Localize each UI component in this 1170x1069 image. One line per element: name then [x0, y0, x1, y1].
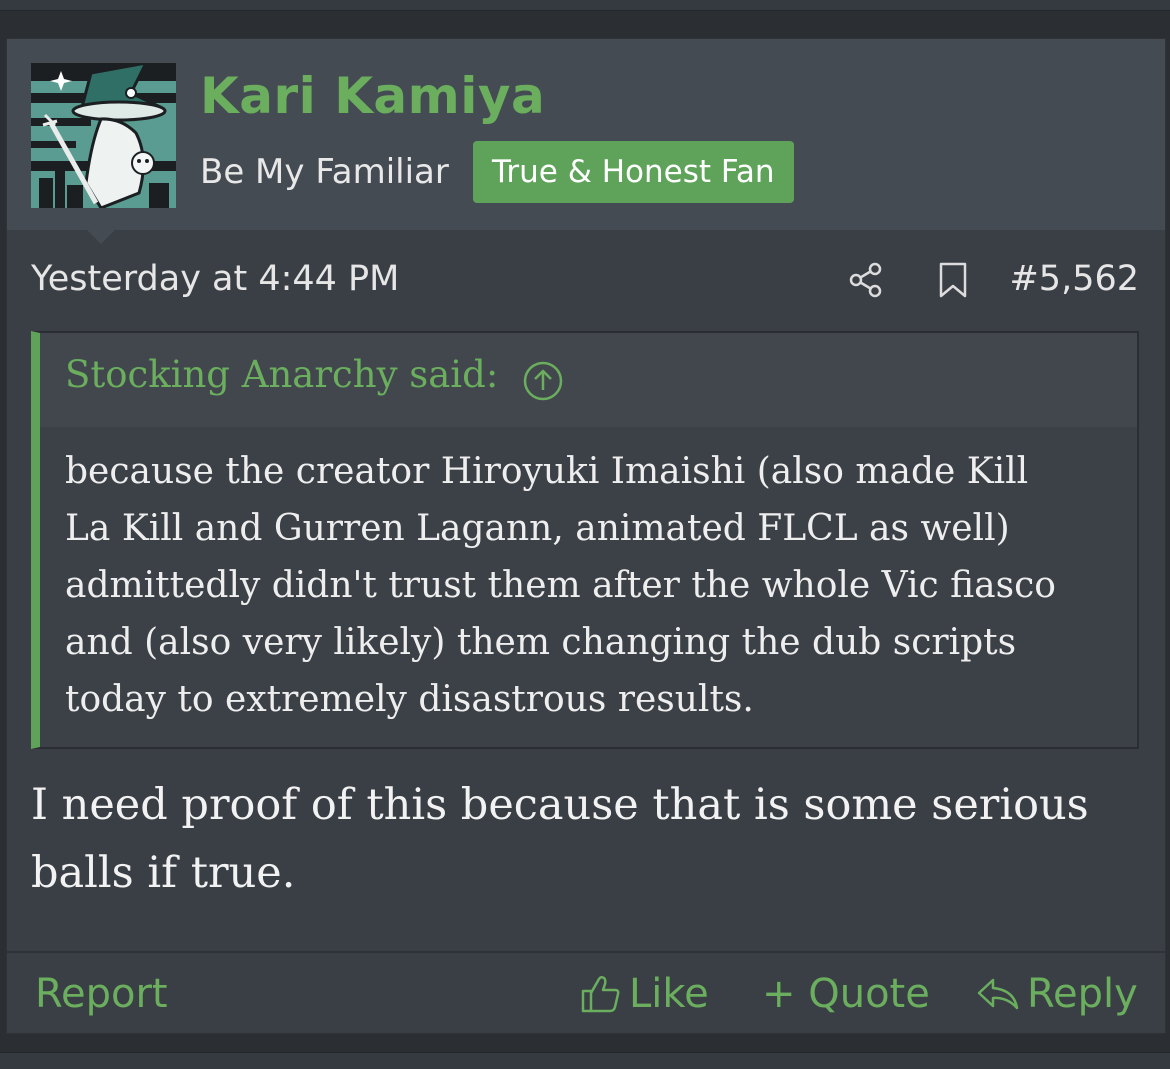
report-label: Report [35, 971, 168, 1017]
message-line: balls if true. [31, 848, 296, 898]
quote-attribution[interactable]: Stocking Anarchy said: [65, 353, 498, 396]
quote-button[interactable]: + Quote [762, 971, 930, 1017]
thumbs-up-icon [581, 975, 620, 1013]
witch-avatar-icon [31, 63, 176, 208]
post-date[interactable]: Yesterday at 4:44 PM [31, 259, 399, 299]
next-post-edge [0, 1052, 1170, 1069]
message-line: I need proof of this because that is som… [31, 780, 1089, 830]
like-button[interactable]: Like [579, 971, 709, 1017]
previous-post-edge [0, 0, 1170, 11]
quote-line: because the creator Hiroyuki Imaishi (al… [65, 451, 1029, 492]
post-message: I need proof of this because that is som… [31, 771, 1131, 907]
reply-arrow-icon [977, 978, 1019, 1010]
quote-line: and (also very likely) them changing the… [65, 622, 1017, 663]
quote-line: today to extremely disastrous results. [65, 679, 754, 720]
report-button[interactable]: Report [35, 971, 168, 1017]
quote-line: admittedly didn't trust them after the w… [65, 565, 1056, 606]
quote-block: Stocking Anarchy said: because the creat… [31, 331, 1139, 749]
share-icon[interactable] [847, 261, 885, 299]
forum-post: Kari Kamiya Be My Familiar True & Honest… [6, 38, 1166, 1034]
like-label: Like [629, 971, 709, 1017]
quote-body: because the creator Hiroyuki Imaishi (al… [65, 443, 1125, 728]
footer-divider [7, 951, 1165, 953]
username[interactable]: Kari Kamiya [200, 67, 545, 125]
reply-label: Reply [1027, 971, 1138, 1017]
user-avatar[interactable] [31, 63, 176, 208]
quote-label: + Quote [762, 971, 930, 1017]
page: Kari Kamiya Be My Familiar True & Honest… [0, 0, 1170, 1069]
post-user-header: Kari Kamiya Be My Familiar True & Honest… [7, 39, 1165, 230]
post-number-link[interactable]: #5,562 [1009, 259, 1139, 299]
arrow-up-circle-icon[interactable] [522, 360, 564, 402]
header-pointer [87, 230, 115, 244]
quote-line: La Kill and Gurren Lagann, animated FLCL… [65, 508, 1010, 549]
reply-button[interactable]: Reply [975, 971, 1138, 1017]
user-banner: True & Honest Fan [473, 141, 794, 203]
quote-header: Stocking Anarchy said: [40, 333, 1137, 427]
user-title: Be My Familiar [200, 152, 449, 192]
bookmark-icon[interactable] [934, 261, 972, 299]
